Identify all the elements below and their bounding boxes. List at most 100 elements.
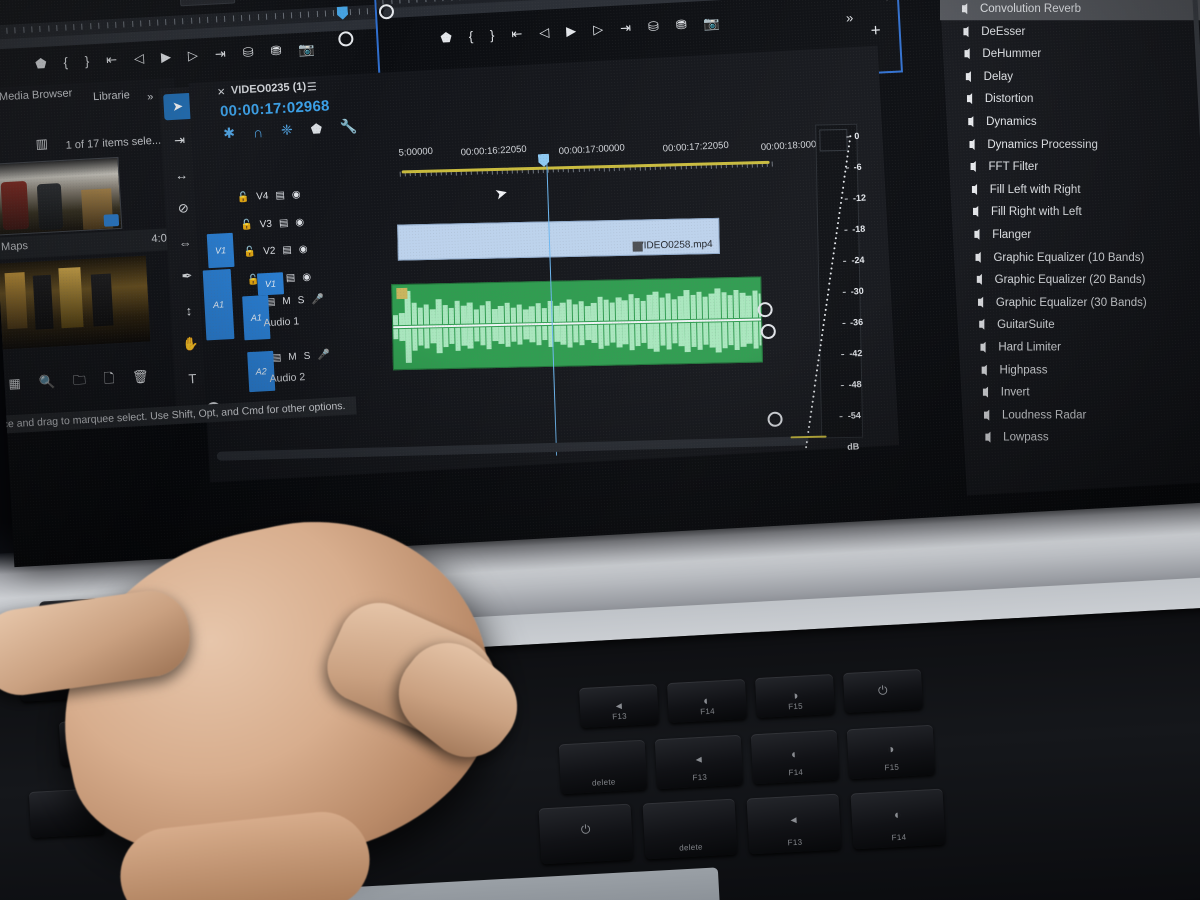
type-tool[interactable]: T — [178, 364, 207, 391]
mark-out-icon[interactable]: } — [490, 27, 495, 42]
effect-item[interactable]: FFT Filter — [949, 155, 1200, 178]
solo-button[interactable]: S — [303, 351, 310, 362]
step-forward-icon[interactable]: ▷ — [188, 47, 199, 63]
lock-icon[interactable]: 🔓 — [237, 192, 250, 204]
insert-icon[interactable]: ⛁ — [242, 44, 254, 60]
extract-icon[interactable]: ⛃ — [675, 17, 687, 33]
export-frame-icon[interactable]: 📷 — [703, 15, 720, 31]
program-transport-controls[interactable]: ⬟ {} ⇤ ◁ ▶ ▷ ⇥ ⛁ ⛃ 📷 — [440, 15, 720, 46]
effect-item[interactable]: Distortion — [945, 87, 1200, 110]
timeline-playhead-timecode[interactable]: 00:00:17:02968 — [220, 97, 330, 120]
effect-item[interactable]: Hard Limiter — [958, 336, 1200, 359]
track-visibility-icon[interactable]: ◉ — [302, 271, 311, 282]
marker-icon[interactable]: ⬟ — [440, 30, 452, 46]
mute-button[interactable]: M — [288, 352, 297, 363]
video-track-header-V3[interactable]: 🔓 V3 ▤ ◉ — [240, 216, 311, 231]
effect-item[interactable]: Lowpass — [963, 426, 1200, 449]
lift-icon[interactable]: ⛁ — [648, 18, 660, 34]
timeline-scrollbar[interactable] — [216, 436, 809, 461]
step-back-icon[interactable]: ◁ — [134, 50, 145, 66]
pen-tool[interactable]: ✒ — [172, 263, 201, 290]
source-transport-controls[interactable]: ⬟ {} ⇤ ◁ ▶ ▷ ⇥ ⛁ ⛃ 📷 — [35, 41, 315, 72]
voiceover-record-icon[interactable]: 🎤 — [317, 350, 330, 362]
clip-keyframe-handle-2[interactable] — [760, 323, 777, 340]
overwrite-icon[interactable]: ⛃ — [270, 43, 282, 59]
track-target-icon[interactable]: ▤ — [275, 190, 285, 201]
list-view-icon[interactable]: ▦ — [8, 376, 21, 392]
ripple-edit-tool[interactable]: ↔ — [167, 161, 196, 188]
search-icon[interactable]: 🔍 — [38, 374, 55, 390]
zoom-handle-right-icon[interactable] — [337, 31, 354, 47]
track-visibility-icon[interactable]: ◉ — [292, 189, 301, 200]
go-to-in-icon[interactable]: ⇤ — [106, 52, 118, 68]
selection-tool[interactable]: ➤ — [163, 92, 193, 121]
play-icon[interactable]: ▶ — [566, 23, 577, 39]
new-item-icon[interactable]: 🗋 — [103, 370, 114, 386]
lock-icon[interactable]: 🔓 — [243, 247, 256, 259]
clip-keyframe-handle-1[interactable] — [757, 301, 774, 318]
timeline-work-area-bar[interactable] — [401, 160, 770, 174]
effect-item[interactable]: Highpass — [960, 358, 1200, 381]
keyboard-key[interactable]: ◐ F14 — [750, 729, 840, 785]
source-timecode[interactable]: 00:00:04:01 — [267, 0, 344, 1]
effect-item[interactable]: Graphic Equalizer (30 Bands) — [956, 291, 1200, 314]
source-patch-v1[interactable]: V1 — [206, 232, 235, 269]
audio-track-badge-A2[interactable]: A2 — [247, 350, 276, 393]
go-to-out-icon[interactable]: ⇥ — [214, 46, 226, 62]
track-visibility-icon[interactable]: ◉ — [295, 216, 304, 227]
effect-item[interactable]: Fill Left with Right — [950, 178, 1200, 201]
new-bin-icon[interactable]: 🗀 — [73, 372, 87, 388]
project-item-preview[interactable] — [0, 255, 151, 350]
keyboard-key[interactable]: ◐ F14 — [666, 678, 748, 724]
go-to-in-icon[interactable]: ⇤ — [511, 26, 523, 42]
markers-icon[interactable]: ❈ — [281, 121, 294, 139]
track-badge-V1[interactable]: V1 — [256, 272, 285, 296]
close-icon[interactable]: ✕ — [217, 87, 226, 98]
tab-media-browser[interactable]: Media Browser — [0, 87, 73, 103]
keyboard-key[interactable]: ◂ F13 — [654, 734, 744, 790]
linked-selection-icon[interactable]: ∩ — [253, 124, 264, 141]
effect-item[interactable]: Delay — [944, 65, 1200, 88]
timeline-toolbar[interactable]: ✱ ∩ ❈ ⬟ 🔧 — [223, 118, 358, 142]
source-fit-dropdown[interactable]: Full ⌄ — [179, 0, 236, 7]
marker-add-icon[interactable]: ⬟ — [310, 120, 322, 137]
sequence-tab-name[interactable]: VIDEO0235 (1) — [231, 81, 307, 97]
mark-in-icon[interactable]: { — [63, 55, 68, 70]
video-track-header-V4[interactable]: 🔓 V4 ▤ ◉ — [237, 189, 308, 204]
mark-in-icon[interactable]: { — [468, 29, 473, 44]
source-patch-a1[interactable]: A1 — [202, 268, 235, 341]
hand-tool[interactable]: ✋ — [176, 331, 205, 358]
video-track-header-V2[interactable]: 🔓 V2 ▤ ◉ — [243, 243, 314, 258]
project-footer-toolbar[interactable]: ▦ 🔍 🗀 🗋 🗑 — [8, 369, 149, 392]
razor-tool[interactable]: ⊘ — [169, 195, 198, 222]
step-forward-icon[interactable]: ▷ — [593, 22, 604, 38]
track-target-icon[interactable]: ▤ — [286, 272, 296, 283]
settings-wrench-icon[interactable]: 🔧 — [340, 118, 358, 136]
marker-icon[interactable]: ⬟ — [35, 56, 47, 72]
track-target-icon[interactable]: ▤ — [279, 217, 289, 228]
effect-item[interactable]: DeEsser — [941, 20, 1200, 43]
keyboard-key[interactable]: ⏻ — [538, 803, 634, 865]
effects-panel[interactable]: BandpassBassBinauralizer - AmbisonicsCha… — [933, 0, 1200, 496]
rate-stretch-tool[interactable]: ↕ — [174, 297, 203, 324]
track-visibility-icon[interactable]: ◉ — [299, 244, 308, 255]
hamburger-menu-icon[interactable]: ☰ — [307, 80, 318, 94]
effect-item[interactable]: Invert — [961, 381, 1200, 404]
source-settings-group[interactable]: ▤ ⇹ — [87, 0, 130, 2]
keyboard-key[interactable]: ◂ F13 — [578, 683, 660, 729]
export-frame-icon[interactable]: 📷 — [298, 41, 315, 57]
keyboard-key[interactable]: ◂ F13 — [746, 793, 842, 855]
delete-icon[interactable]: 🗑 — [132, 369, 149, 385]
solo-button[interactable]: S — [297, 295, 304, 306]
effect-item[interactable]: Dynamics Processing — [947, 133, 1200, 156]
clip-keyframe-handle-3[interactable] — [767, 411, 783, 428]
effect-item[interactable]: Flanger — [952, 223, 1200, 246]
mark-out-icon[interactable]: } — [84, 53, 89, 68]
play-icon[interactable]: ▶ — [161, 49, 172, 65]
voiceover-record-icon[interactable]: 🎤 — [311, 294, 324, 306]
effect-item[interactable]: Fill Right with Left — [951, 200, 1200, 223]
program-plus-button[interactable]: + — [870, 21, 881, 41]
go-to-out-icon[interactable]: ⇥ — [620, 20, 632, 36]
lock-icon[interactable]: 🔓 — [240, 219, 253, 231]
mute-button[interactable]: M — [282, 296, 291, 307]
